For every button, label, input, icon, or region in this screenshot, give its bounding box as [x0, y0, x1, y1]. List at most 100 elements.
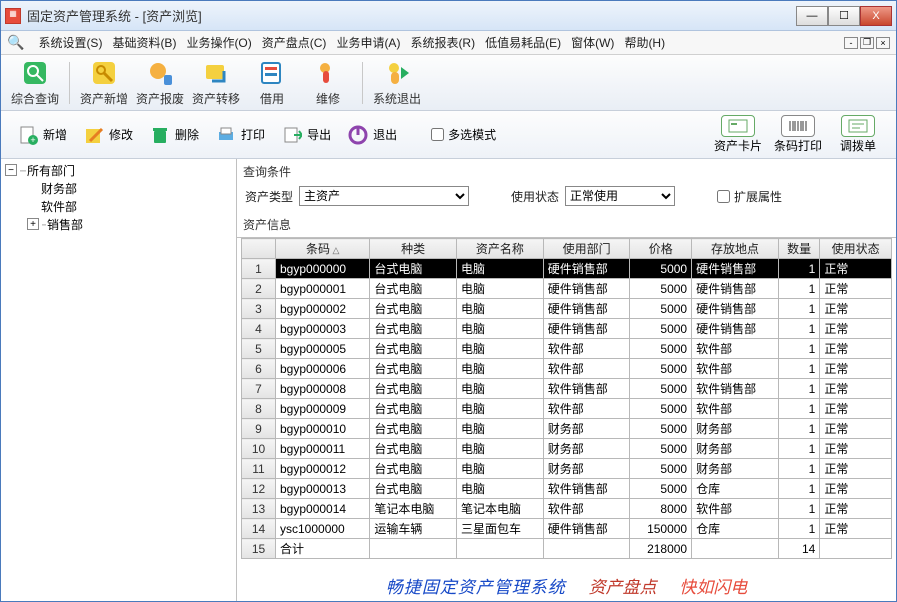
- borrow-icon: [257, 58, 287, 88]
- app-window: ▦ 固定资产管理系统 - [资产浏览] — ☐ X 🔍 系统设置(S) 基础资料…: [0, 0, 897, 602]
- tb-borrow[interactable]: 借用: [244, 56, 300, 109]
- col-header[interactable]: 存放地点: [692, 239, 779, 259]
- main-panel: 查询条件 资产类型 主资产 使用状态 正常使用 扩展属性 资产信息 条码 △种类…: [237, 159, 896, 601]
- menu-window[interactable]: 窗体(W): [571, 34, 614, 51]
- tb-add[interactable]: 资产新增: [76, 56, 132, 109]
- table-row[interactable]: 15合计21800014: [242, 539, 892, 559]
- separator: [69, 62, 70, 104]
- table-row[interactable]: 3bgyp000002台式电脑电脑硬件销售部5000硬件销售部1正常: [242, 299, 892, 319]
- col-header[interactable]: 种类: [370, 239, 457, 259]
- minimize-button[interactable]: —: [796, 6, 828, 26]
- tree-expand-icon[interactable]: +: [27, 218, 39, 230]
- tree-collapse-icon[interactable]: −: [5, 164, 17, 176]
- tb-transfer[interactable]: 资产转移: [188, 56, 244, 109]
- tb-repair[interactable]: 维修: [300, 56, 356, 109]
- window-controls: — ☐ X: [796, 6, 892, 26]
- window-title: 固定资产管理系统 - [资产浏览]: [27, 6, 796, 25]
- col-header[interactable]: 条码 △: [276, 239, 370, 259]
- table-row[interactable]: 7bgyp000008台式电脑电脑软件销售部5000软件销售部1正常: [242, 379, 892, 399]
- mdi-min-icon[interactable]: -: [844, 37, 858, 49]
- tb-exit[interactable]: 系统退出: [369, 56, 425, 109]
- edit-icon: [83, 124, 105, 146]
- menu-basic[interactable]: 基础资料(B): [112, 34, 176, 51]
- separator: [362, 62, 363, 104]
- table-row[interactable]: 2bgyp000001台式电脑电脑硬件销售部5000硬件销售部1正常: [242, 279, 892, 299]
- export-icon: [281, 124, 303, 146]
- btn-new[interactable]: +新增: [11, 122, 73, 148]
- table-row[interactable]: 8bgyp000009台式电脑电脑软件部5000软件部1正常: [242, 399, 892, 419]
- new-doc-icon: +: [17, 124, 39, 146]
- transfer-icon: [201, 58, 231, 88]
- maximize-button[interactable]: ☐: [828, 6, 860, 26]
- table-row[interactable]: 11bgyp000012台式电脑电脑财务部5000财务部1正常: [242, 459, 892, 479]
- ext-attr-checkbox[interactable]: 扩展属性: [717, 188, 782, 205]
- sub-toolbar: +新增 修改 删除 打印 导出 退出 多选模式 资产卡片 条码打印 调拨单: [1, 111, 896, 159]
- col-header[interactable]: 使用状态: [820, 239, 892, 259]
- btn-asset-card[interactable]: 资产卡片: [710, 115, 766, 154]
- col-header[interactable]: 价格: [630, 239, 692, 259]
- titlebar: ▦ 固定资产管理系统 - [资产浏览] — ☐ X: [1, 1, 896, 31]
- exit-icon: [382, 58, 412, 88]
- menu-operate[interactable]: 业务操作(O): [186, 34, 251, 51]
- col-header[interactable]: 使用部门: [543, 239, 630, 259]
- app-icon: ▦: [5, 8, 21, 24]
- menu-apply[interactable]: 业务申请(A): [336, 34, 400, 51]
- menu-audit[interactable]: 资产盘点(C): [262, 34, 327, 51]
- department-tree: −···所有部门 财务部 软件部 +··销售部: [1, 159, 237, 601]
- btn-quit[interactable]: 退出: [341, 122, 403, 148]
- tb-query[interactable]: 综合查询: [7, 56, 63, 109]
- footer-slogan: 畅捷固定资产管理系统 资产盘点 快如闪电: [241, 559, 892, 601]
- multi-select-checkbox[interactable]: 多选模式: [431, 126, 496, 143]
- discard-icon: [145, 58, 175, 88]
- repair-icon: [313, 58, 343, 88]
- menu-lowvalue[interactable]: 低值易耗品(E): [485, 34, 561, 51]
- mdi-close-icon[interactable]: ×: [876, 37, 890, 49]
- key-yellow-icon: [89, 58, 119, 88]
- btn-transfer-order[interactable]: 调拨单: [830, 115, 886, 154]
- search-green-icon: [20, 58, 50, 88]
- table-row[interactable]: 5bgyp000005台式电脑电脑软件部5000软件部1正常: [242, 339, 892, 359]
- status-label: 使用状态: [511, 188, 559, 205]
- col-rownum[interactable]: [242, 239, 276, 259]
- search-icon[interactable]: 🔍: [7, 34, 24, 51]
- status-select[interactable]: 正常使用: [565, 186, 675, 206]
- table-row[interactable]: 14ysc1000000运输车辆三星面包车硬件销售部150000仓库1正常: [242, 519, 892, 539]
- table-row[interactable]: 6bgyp000006台式电脑电脑软件部5000软件部1正常: [242, 359, 892, 379]
- btn-export[interactable]: 导出: [275, 122, 337, 148]
- tb-discard[interactable]: 资产报废: [132, 56, 188, 109]
- btn-barcode-print[interactable]: 条码打印: [770, 115, 826, 154]
- tree-node-sales[interactable]: 销售部: [47, 216, 83, 233]
- col-header[interactable]: 数量: [778, 239, 819, 259]
- grid-header-row: 条码 △种类资产名称使用部门价格存放地点数量使用状态: [242, 239, 892, 259]
- table-row[interactable]: 12bgyp000013台式电脑电脑软件销售部5000仓库1正常: [242, 479, 892, 499]
- grid-section-title: 资产信息: [237, 212, 896, 237]
- table-row[interactable]: 10bgyp000011台式电脑电脑财务部5000财务部1正常: [242, 439, 892, 459]
- power-icon: [347, 124, 369, 146]
- asset-type-select[interactable]: 主资产: [299, 186, 469, 206]
- tree-node-software[interactable]: 软件部: [41, 198, 77, 215]
- menubar: 🔍 系统设置(S) 基础资料(B) 业务操作(O) 资产盘点(C) 业务申请(A…: [1, 31, 896, 55]
- menu-system[interactable]: 系统设置(S): [38, 34, 102, 51]
- filter-bar: 资产类型 主资产 使用状态 正常使用 扩展属性: [237, 184, 896, 212]
- barcode-icon: [781, 115, 815, 137]
- mdi-restore-icon[interactable]: ❐: [860, 37, 874, 49]
- btn-delete[interactable]: 删除: [143, 122, 205, 148]
- svg-text:+: +: [30, 135, 35, 145]
- table-row[interactable]: 1bgyp000000台式电脑电脑硬件销售部5000硬件销售部1正常: [242, 259, 892, 279]
- tree-root[interactable]: 所有部门: [27, 162, 75, 179]
- menu-help[interactable]: 帮助(H): [624, 34, 665, 51]
- print-icon: [215, 124, 237, 146]
- grid-wrapper[interactable]: 条码 △种类资产名称使用部门价格存放地点数量使用状态 1bgyp000000台式…: [237, 237, 896, 601]
- table-row[interactable]: 9bgyp000010台式电脑电脑财务部5000财务部1正常: [242, 419, 892, 439]
- type-label: 资产类型: [245, 188, 293, 205]
- btn-edit[interactable]: 修改: [77, 122, 139, 148]
- col-header[interactable]: 资产名称: [457, 239, 544, 259]
- btn-print[interactable]: 打印: [209, 122, 271, 148]
- tree-node-finance[interactable]: 财务部: [41, 180, 77, 197]
- close-button[interactable]: X: [860, 6, 892, 26]
- menu-report[interactable]: 系统报表(R): [410, 34, 475, 51]
- trash-icon: [149, 124, 171, 146]
- asset-grid: 条码 △种类资产名称使用部门价格存放地点数量使用状态 1bgyp000000台式…: [241, 238, 892, 559]
- table-row[interactable]: 4bgyp000003台式电脑电脑硬件销售部5000硬件销售部1正常: [242, 319, 892, 339]
- table-row[interactable]: 13bgyp000014笔记本电脑笔记本电脑软件部8000软件部1正常: [242, 499, 892, 519]
